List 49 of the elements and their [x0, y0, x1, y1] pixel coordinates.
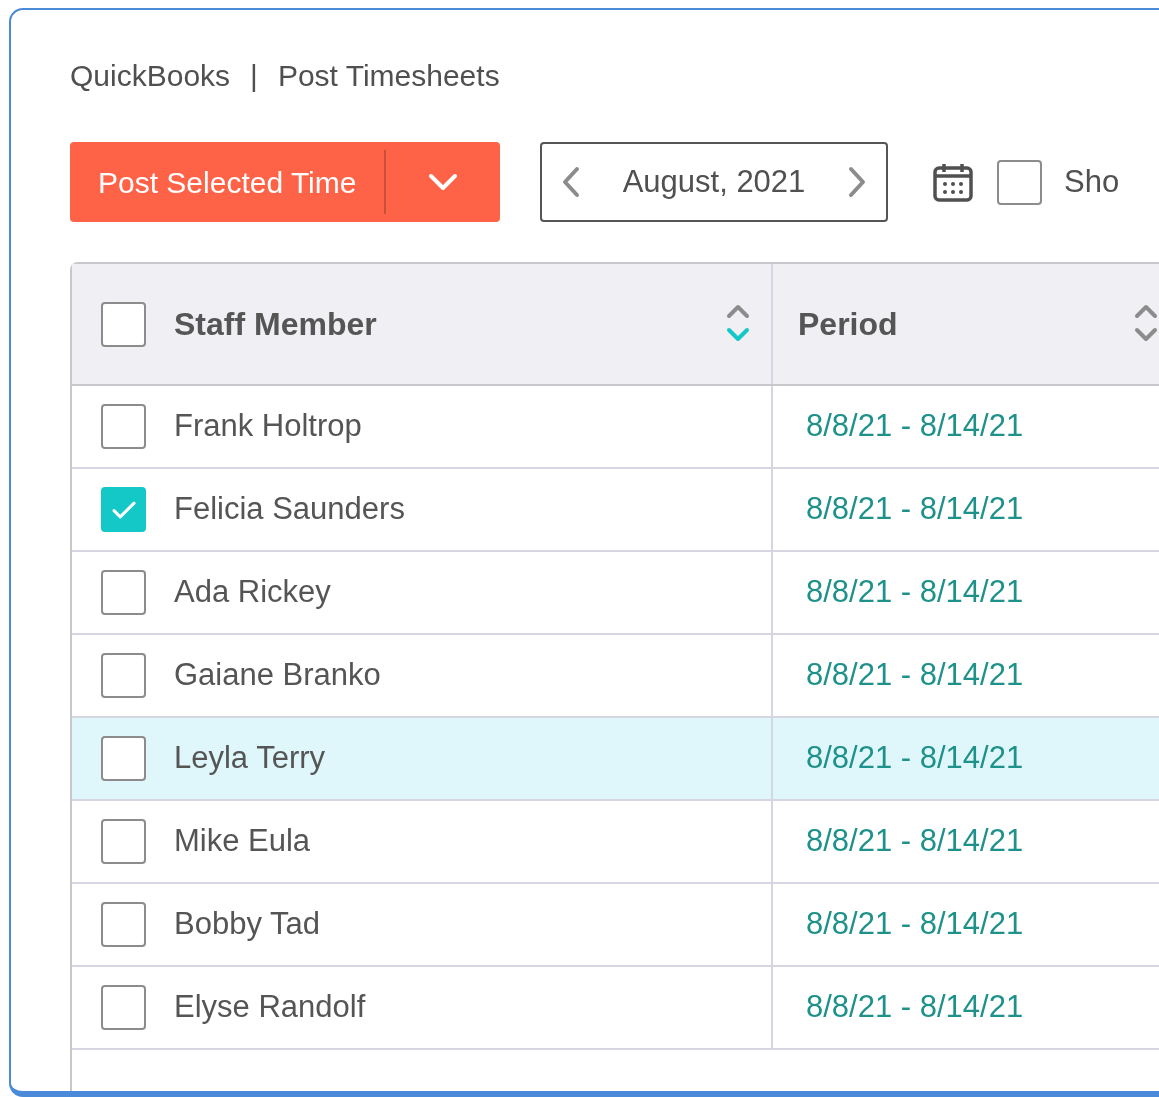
month-label: August, 2021	[622, 162, 806, 201]
column-header[interactable]: Period	[773, 264, 1159, 384]
chevron-left-icon	[560, 165, 582, 199]
staff-name: Gaiane Branko	[174, 656, 381, 695]
chevron-right-icon	[846, 165, 868, 199]
period-link[interactable]: 8/8/21 - 8/14/21	[806, 735, 1024, 782]
period-link[interactable]: 8/8/21 - 8/14/21	[806, 403, 1024, 450]
column-header-label: Staff Member	[174, 305, 378, 344]
period-link[interactable]: 8/8/21 - 8/14/21	[806, 652, 1024, 699]
table-row[interactable]: Elyse Randolf 8/8/21 - 8/14/21	[72, 967, 1159, 1050]
breadcrumb-app[interactable]: QuickBooks	[70, 52, 231, 98]
table-row[interactable]: Mike Eula 8/8/21 - 8/14/21	[72, 801, 1159, 884]
column-header-label: Period	[798, 305, 899, 344]
row-checkbox[interactable]	[101, 653, 146, 698]
breadcrumb-separator: |	[250, 57, 258, 94]
previous-month-button[interactable]	[560, 165, 582, 199]
next-month-button[interactable]	[846, 165, 868, 199]
period-link[interactable]: 8/8/21 - 8/14/21	[806, 984, 1024, 1031]
row-checkbox[interactable]	[101, 902, 146, 947]
period-link[interactable]: 8/8/21 - 8/14/21	[806, 569, 1024, 616]
table-row[interactable]: Leyla Terry 8/8/21 - 8/14/21	[72, 718, 1159, 801]
column-header[interactable]: Staff Member	[72, 264, 773, 384]
chevron-down-icon	[427, 172, 460, 192]
table-row[interactable]: Bobby Tad 8/8/21 - 8/14/21	[72, 884, 1159, 967]
period-link[interactable]: 8/8/21 - 8/14/21	[806, 818, 1024, 865]
row-checkbox[interactable]	[101, 736, 146, 781]
staff-name: Mike Eula	[174, 822, 311, 861]
row-checkbox[interactable]	[101, 404, 146, 449]
staff-name: Bobby Tad	[174, 905, 320, 944]
staff-name: Felicia Saunders	[174, 490, 405, 529]
staff-name: Frank Holtrop	[174, 407, 362, 446]
show-checkbox-label: Sho	[1064, 162, 1120, 201]
period-link[interactable]: 8/8/21 - 8/14/21	[806, 486, 1024, 533]
row-checkbox[interactable]	[101, 570, 146, 615]
row-checkbox[interactable]	[101, 487, 146, 532]
page-title: Post Timesheets	[277, 57, 500, 94]
staff-name: Leyla Terry	[174, 739, 326, 778]
show-checkbox[interactable]	[997, 159, 1042, 205]
staff-name: Elyse Randolf	[174, 988, 366, 1027]
table-row[interactable]: Felicia Saunders 8/8/21 - 8/14/21	[72, 469, 1159, 552]
row-checkbox[interactable]	[101, 985, 146, 1030]
select-all-checkbox[interactable]	[101, 301, 146, 347]
period-link[interactable]: 8/8/21 - 8/14/21	[806, 901, 1024, 948]
table-row[interactable]: Ada Rickey 8/8/21 - 8/14/21	[72, 552, 1159, 635]
row-checkbox[interactable]	[101, 819, 146, 864]
staff-name: Ada Rickey	[174, 573, 331, 612]
table-row[interactable]: Frank Holtrop 8/8/21 - 8/14/21	[72, 386, 1159, 469]
table-row[interactable]: Gaiane Branko 8/8/21 - 8/14/21	[72, 635, 1159, 718]
calendar-icon[interactable]	[932, 161, 974, 203]
